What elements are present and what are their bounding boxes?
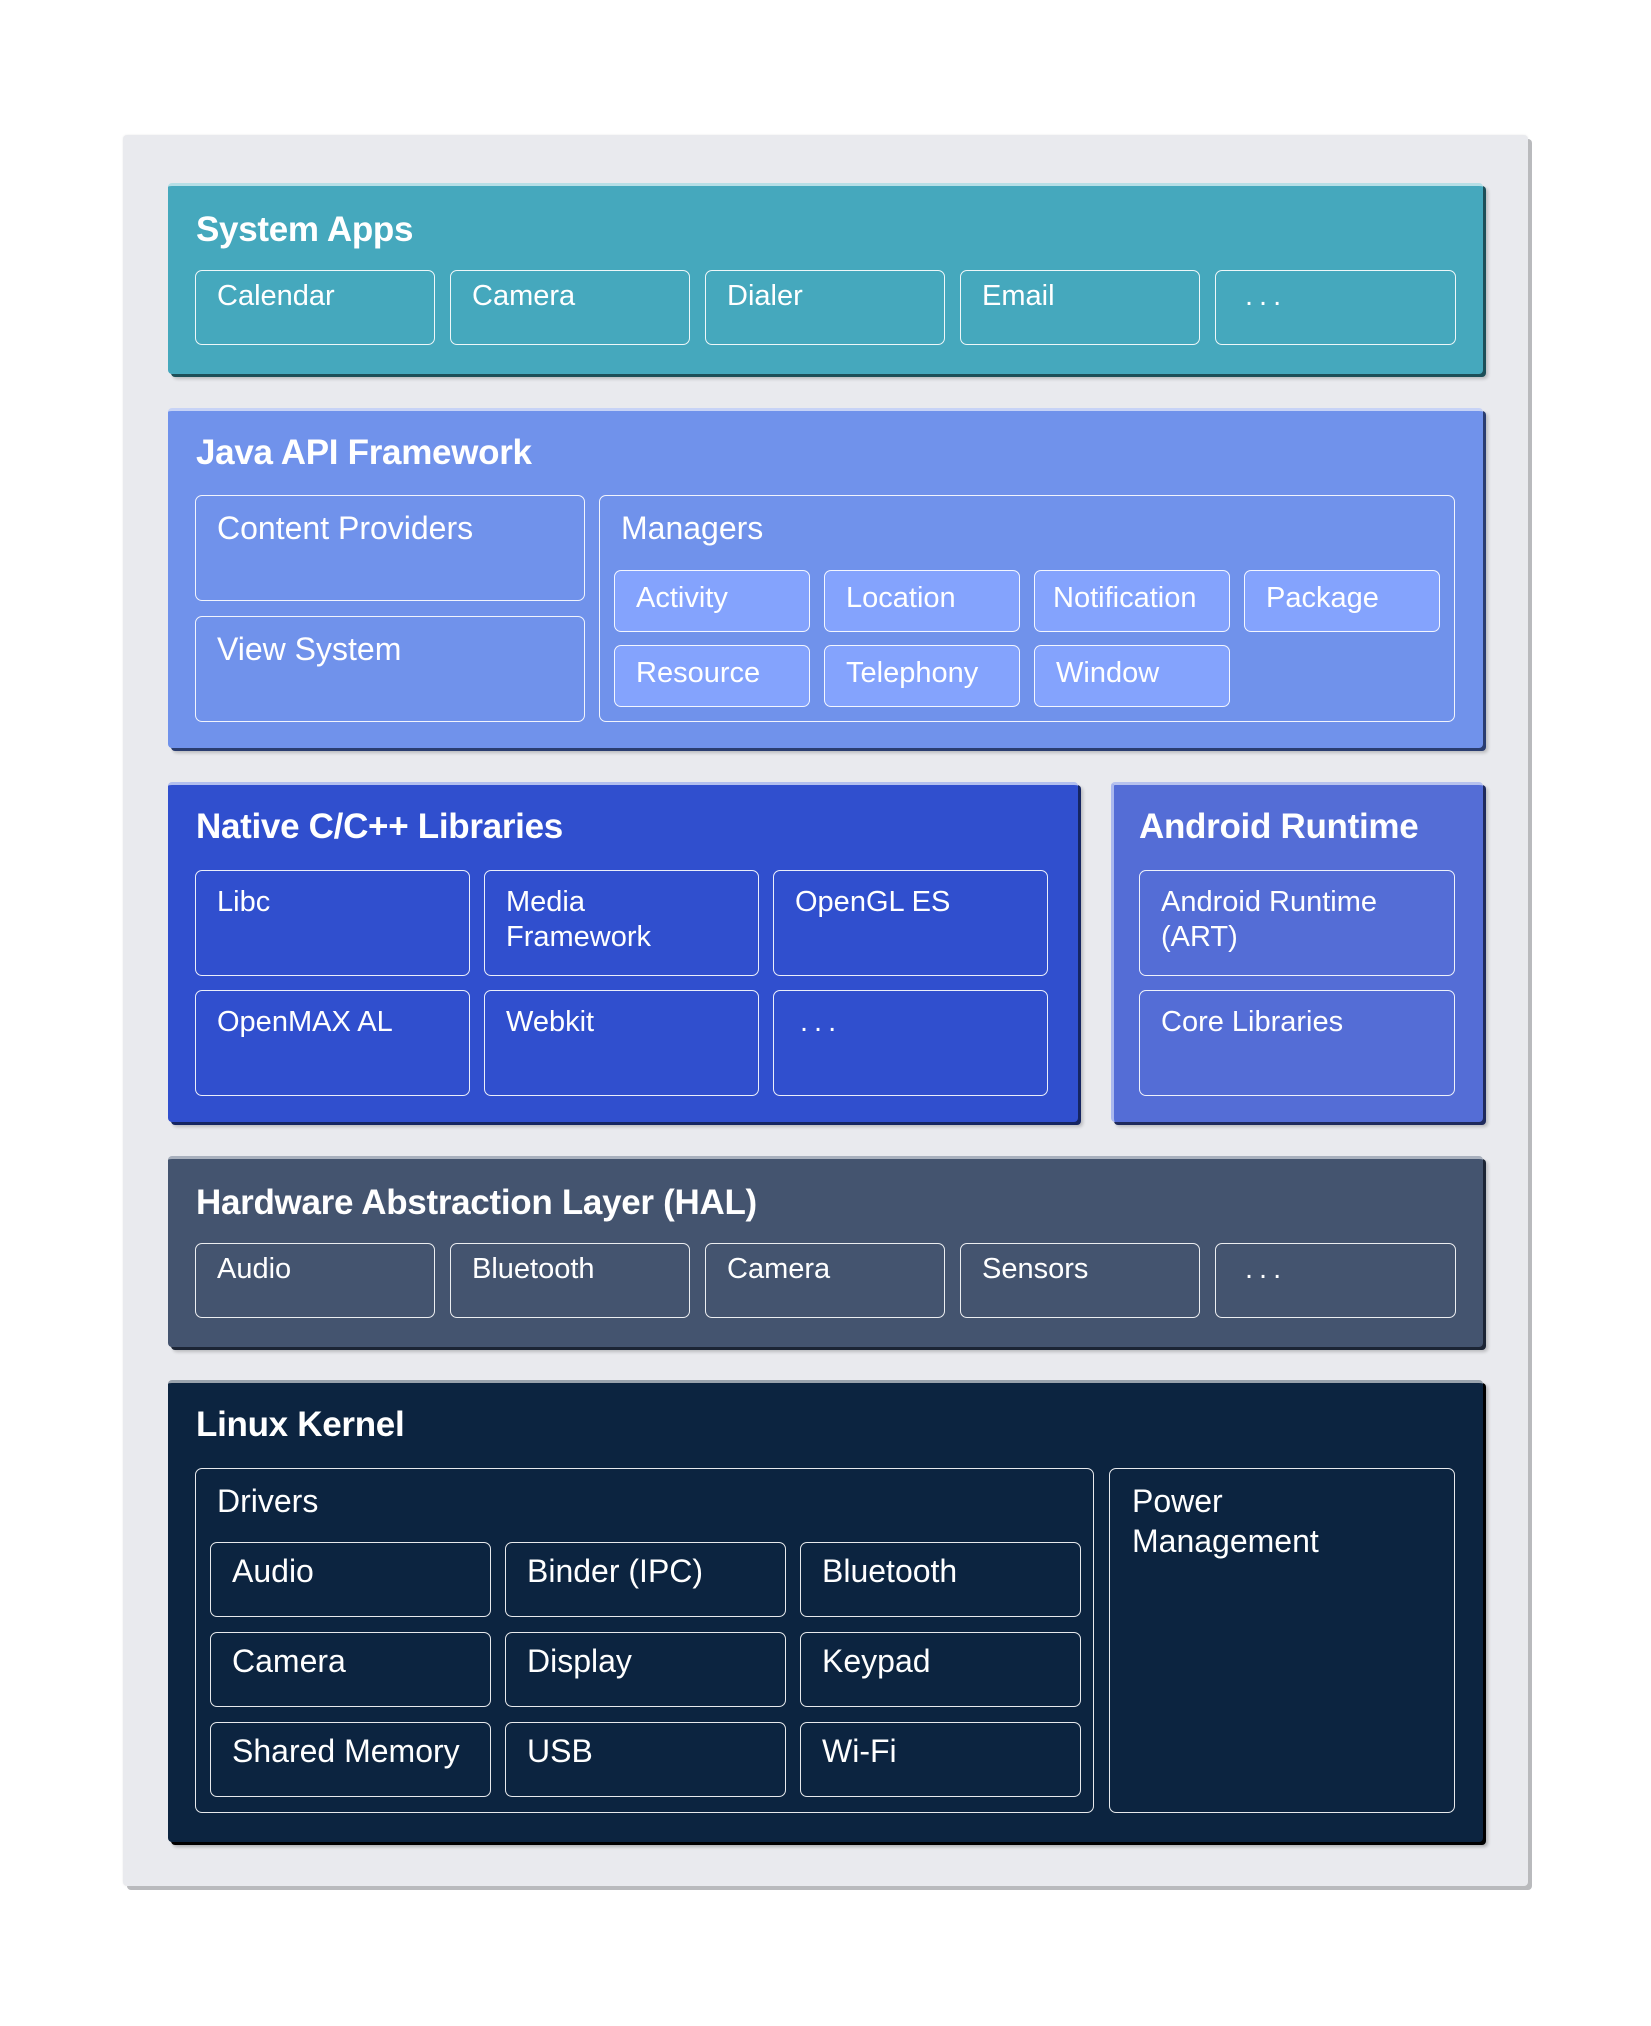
app-box: Dialer [705,270,945,345]
manager-item: Activity [614,570,810,632]
layer-title: Native C/C++ Libraries [196,807,563,846]
driver-label: Binder (IPC) [527,1553,704,1589]
core-libraries-box: Core Libraries [1139,990,1455,1096]
layer-java-api-framework: Java API Framework Content Providers Vie… [168,408,1483,748]
app-label: Camera [472,280,576,312]
layer-title: System Apps [196,210,414,249]
managers-box: Managers Activity Location Notification … [599,495,1455,722]
manager-item: Window [1034,645,1230,707]
app-label: Calendar [217,280,335,312]
manager-label: Window [1056,657,1160,689]
manager-item: Location [824,570,1020,632]
library-label: Media Framework [506,886,652,953]
power-management-box: Power Management [1109,1468,1455,1813]
view-system-label: View System [217,631,402,667]
hal-label: Bluetooth [472,1253,595,1285]
app-label: Email [982,280,1055,312]
more-box: ... [773,990,1048,1096]
layer-hal: Hardware Abstraction Layer (HAL) Audio B… [168,1156,1483,1347]
core-libraries-label: Core Libraries [1161,1006,1344,1038]
manager-label: Telephony [846,657,979,689]
layer-system-apps: System Apps Calendar Camera Dialer Email… [168,183,1483,374]
ellipsis-label: ... [800,1006,843,1038]
driver-label: Bluetooth [822,1553,958,1589]
layer-title: Android Runtime [1139,807,1419,846]
driver-item: Bluetooth [800,1542,1081,1617]
library-box: Libc [195,870,470,976]
hal-label: Audio [217,1253,292,1285]
drivers-box: Drivers Audio Binder (IPC) Bluetooth Cam… [195,1468,1094,1813]
driver-item: Camera [210,1632,491,1707]
driver-item: Audio [210,1542,491,1617]
manager-item: Notification [1034,570,1230,632]
view-system-box: View System [195,616,585,722]
layer-linux-kernel: Linux Kernel Drivers Audio Binder (IPC) … [168,1380,1483,1842]
driver-label: Audio [232,1553,314,1589]
driver-label: Camera [232,1643,346,1679]
hal-label: Sensors [982,1253,1089,1285]
art-box: Android Runtime (ART) [1139,870,1455,976]
driver-label: Keypad [822,1643,931,1679]
power-management-label: Power Management [1132,1483,1319,1559]
driver-label: Wi-Fi [822,1733,897,1769]
app-box: Calendar [195,270,435,345]
manager-item: Package [1244,570,1440,632]
hal-box: Bluetooth [450,1243,690,1318]
layer-native-libraries: Native C/C++ Libraries Libc Media Framew… [168,782,1078,1122]
art-label: Android Runtime (ART) [1161,886,1377,953]
driver-item: USB [505,1722,786,1797]
app-box: Email [960,270,1200,345]
drivers-label: Drivers [217,1483,319,1519]
driver-item: Shared Memory [210,1722,491,1797]
manager-label: Package [1266,582,1379,614]
content-providers-box: Content Providers [195,495,585,601]
driver-label: USB [527,1733,593,1769]
library-label: OpenMAX AL [217,1006,393,1038]
library-label: OpenGL ES [795,886,951,918]
manager-label: Notification [1053,582,1197,614]
ellipsis-label: ... [1245,1253,1288,1285]
driver-item: Binder (IPC) [505,1542,786,1617]
ellipsis-label: ... [1245,280,1288,312]
driver-item: Wi-Fi [800,1722,1081,1797]
library-label: Webkit [506,1006,595,1038]
driver-label: Display [527,1643,632,1679]
library-box: Media Framework [484,870,759,976]
driver-item: Keypad [800,1632,1081,1707]
app-label: Dialer [727,280,803,312]
library-box: Webkit [484,990,759,1096]
manager-item: Telephony [824,645,1020,707]
content-providers-label: Content Providers [217,510,474,546]
layer-android-runtime: Android Runtime Android Runtime (ART) Co… [1111,782,1483,1122]
manager-item: Resource [614,645,810,707]
app-box: Camera [450,270,690,345]
hal-label: Camera [727,1253,831,1285]
more-box: ... [1215,1243,1456,1318]
hal-box: Audio [195,1243,435,1318]
layer-title: Hardware Abstraction Layer (HAL) [196,1183,757,1222]
library-box: OpenMAX AL [195,990,470,1096]
managers-label: Managers [621,510,764,546]
manager-label: Location [846,582,956,614]
manager-label: Resource [636,657,761,689]
hal-box: Sensors [960,1243,1200,1318]
layer-title: Linux Kernel [196,1405,405,1444]
manager-label: Activity [636,582,728,614]
layer-title: Java API Framework [196,433,532,472]
library-label: Libc [217,886,271,918]
hal-box: Camera [705,1243,945,1318]
driver-item: Display [505,1632,786,1707]
more-box: ... [1215,270,1456,345]
driver-label: Shared Memory [232,1733,460,1769]
library-box: OpenGL ES [773,870,1048,976]
